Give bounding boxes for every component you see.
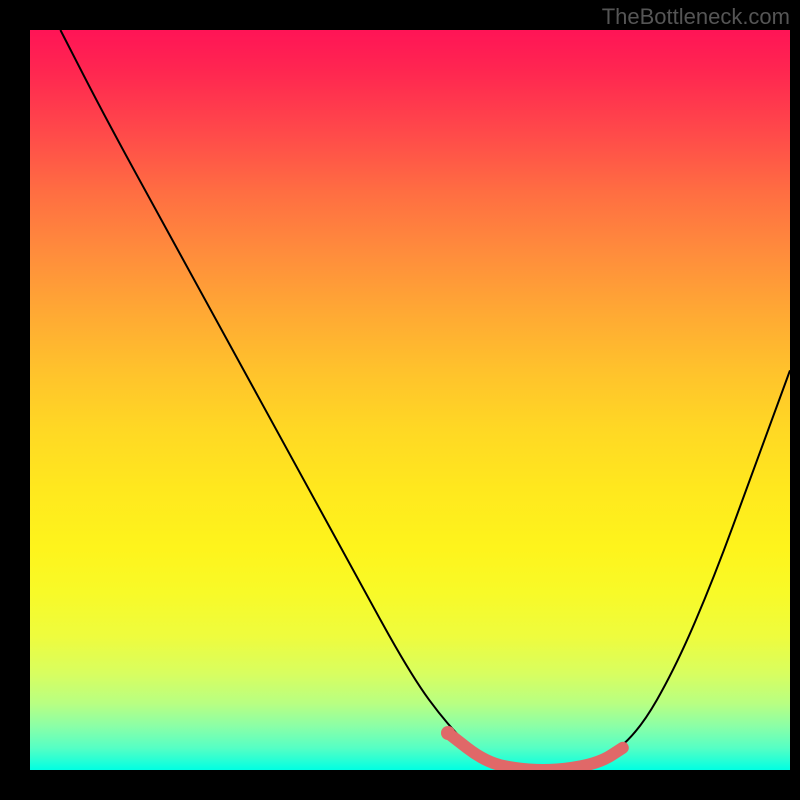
highlight-band-path: [448, 733, 623, 770]
highlight-dot: [441, 726, 455, 740]
bottleneck-curve-path: [60, 30, 790, 770]
watermark-text: TheBottleneck.com: [602, 4, 790, 30]
chart-plot-area: [30, 30, 790, 770]
chart-svg: [30, 30, 790, 770]
